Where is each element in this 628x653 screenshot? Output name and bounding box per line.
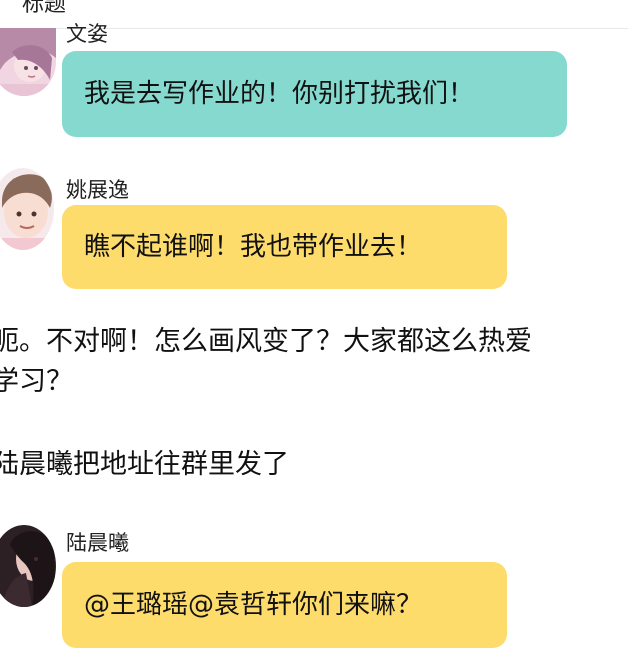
- avatar[interactable]: [0, 525, 56, 607]
- girl-avatar-pink-hair-icon: [0, 28, 56, 96]
- message-bubble[interactable]: 我是去写作业的！你别打扰我们！: [62, 51, 567, 137]
- avatar[interactable]: [0, 28, 56, 96]
- narration-line: 陆晨曦把地址往群里发了: [0, 449, 289, 480]
- message-text: @王璐瑶@袁哲轩你们来嘛？: [84, 590, 423, 620]
- sender-name: 陆晨曦: [66, 531, 129, 555]
- message-bubble[interactable]: @王璐瑶@袁哲轩你们来嘛？: [62, 562, 507, 648]
- message-bubble[interactable]: 瞧不起谁啊！我也带作业去！: [62, 205, 507, 289]
- narration-line: 呃。不对啊！怎么画风变了？大家都这么热爱: [0, 326, 532, 357]
- sender-name: 文姿: [66, 22, 108, 46]
- message-text: 瞧不起谁啊！我也带作业去！: [84, 232, 423, 262]
- avatar[interactable]: [0, 168, 54, 250]
- girl-avatar-dark-hair-icon: [0, 525, 56, 607]
- narration-line: 学习？: [0, 366, 73, 397]
- sender-name: 姚展逸: [66, 178, 129, 202]
- header-title: 标题: [22, 0, 67, 17]
- message-text: 我是去写作业的！你别打扰我们！: [84, 79, 475, 109]
- boy-avatar-brown-hair-icon: [0, 168, 54, 250]
